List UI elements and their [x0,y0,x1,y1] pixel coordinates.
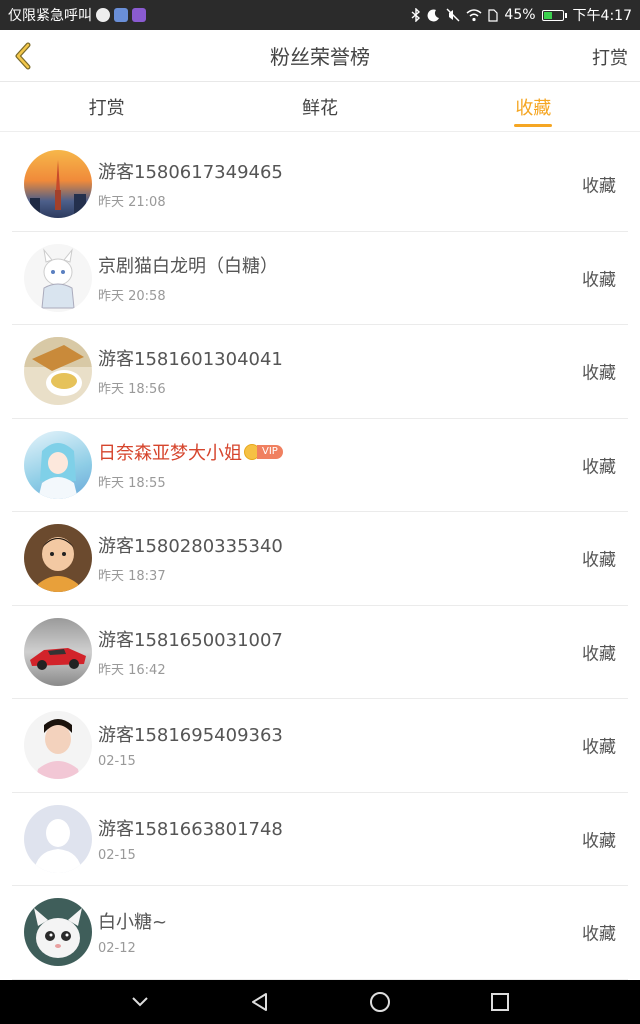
app-icon [132,8,146,22]
app-header: 粉丝荣誉榜 打赏 [0,30,640,82]
system-nav-bar [0,980,640,1024]
avatar [24,243,92,312]
hide-nav-button[interactable] [126,988,154,1016]
user-name: 白小糖~ [98,912,168,934]
user-name: 游客1581650031007 [98,629,283,651]
user-name: 游客1580617349465 [98,162,283,184]
emergency-call-text: 仅限紧急呼叫 [8,8,92,24]
list-item[interactable]: 游客1581601304041 昨天 18:56 收藏 [12,325,628,419]
sim-icon [488,8,499,22]
favorite-label: 收藏 [582,924,616,945]
user-name: 游客1581601304041 [98,349,283,371]
tab-reward[interactable]: 打赏 [0,82,213,131]
timestamp: 02-15 [98,754,136,770]
avatar [24,804,92,873]
list-item[interactable]: 游客1580617349465 昨天 21:08 收藏 [12,138,628,232]
timestamp: 昨天 16:42 [98,662,166,678]
app-icon [114,8,128,22]
favorite-label: 收藏 [582,457,616,478]
moon-icon [427,8,440,21]
avatar [24,524,92,593]
circle-home-icon [370,992,390,1012]
favorite-label: 收藏 [582,737,616,758]
mute-icon [446,8,460,22]
clock: 下午4:17 [572,8,632,24]
list-item[interactable]: 京剧猫白龙明（白糖） 昨天 20:58 收藏 [12,232,628,325]
reward-button[interactable]: 打赏 [592,44,628,70]
user-name: 游客1581663801748 [98,818,283,840]
user-name: 游客1581695409363 [98,725,283,747]
wechat-icon [96,8,110,22]
list-item[interactable]: 白小糖~ 02-12 收藏 [12,886,628,980]
fan-list: 游客1580617349465 昨天 21:08 收藏 京剧猫白龙明（白糖） 昨… [12,138,628,980]
home-button[interactable] [366,988,394,1016]
list-item[interactable]: 游客1580280335340 昨天 18:37 收藏 [12,512,628,606]
avatar [24,337,92,406]
tab-flowers[interactable]: 鲜花 [213,82,426,131]
status-bar: 仅限紧急呼叫 45% 下午4:17 [0,0,640,30]
user-name: 游客1580280335340 [98,536,283,558]
favorite-label: 收藏 [582,270,616,291]
page-title: 粉丝荣誉榜 [270,45,370,69]
timestamp: 昨天 21:08 [98,195,166,211]
vip-badge: VIP [244,443,283,460]
timestamp: 昨天 20:58 [98,288,166,304]
back-arrow-icon[interactable] [10,40,40,72]
vip-tag: VIP [257,444,283,459]
back-button[interactable] [246,988,274,1016]
timestamp: 昨天 18:37 [98,569,166,585]
list-item[interactable]: 日奈森亚梦大小姐 VIP 昨天 18:55 收藏 [12,419,628,512]
recents-button[interactable] [486,988,514,1016]
battery-icon [541,9,567,21]
avatar [24,898,92,967]
tab-bar: 打赏 鲜花 收藏 [0,82,640,132]
avatar [24,150,92,219]
favorite-label: 收藏 [582,831,616,852]
triangle-back-icon [252,993,267,1011]
user-name-text: 日奈森亚梦大小姐 [98,442,242,464]
chevron-down-icon [132,997,148,1007]
timestamp: 昨天 18:56 [98,382,166,398]
avatar [24,711,92,780]
user-name: 日奈森亚梦大小姐 VIP [98,439,283,465]
list-item[interactable]: 游客1581695409363 02-15 收藏 [12,699,628,793]
timestamp: 02-12 [98,941,136,957]
timestamp: 昨天 18:55 [98,475,166,491]
list-item[interactable]: 游客1581663801748 02-15 收藏 [12,793,628,886]
square-recents-icon [491,993,509,1011]
favorite-label: 收藏 [582,644,616,665]
bluetooth-icon [411,8,421,22]
tab-favorites[interactable]: 收藏 [427,82,640,131]
list-item[interactable]: 游客1581650031007 昨天 16:42 收藏 [12,606,628,699]
avatar [24,430,92,499]
user-name: 京剧猫白龙明（白糖） [98,255,278,277]
favorite-label: 收藏 [582,176,616,197]
favorite-label: 收藏 [582,363,616,384]
favorite-label: 收藏 [582,550,616,571]
battery-percent: 45% [504,7,536,23]
timestamp: 02-15 [98,847,136,863]
avatar [24,617,92,686]
wifi-icon [466,8,482,21]
